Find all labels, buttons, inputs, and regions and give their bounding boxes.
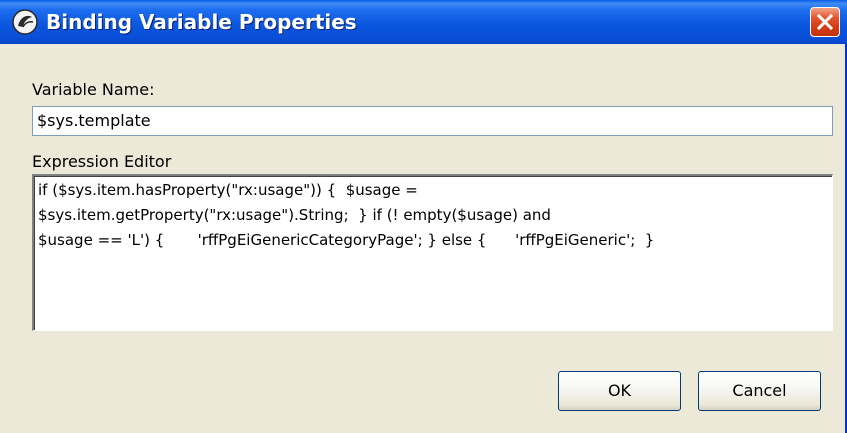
close-button[interactable]: [810, 7, 840, 37]
expression-editor[interactable]: if ($sys.item.hasProperty("rx:usage")) {…: [32, 174, 833, 331]
variable-name-label: Variable Name:: [32, 80, 155, 99]
variable-name-field[interactable]: $sys.template: [32, 106, 833, 136]
expression-editor-label: Expression Editor: [32, 152, 172, 171]
percussion-app-icon: [12, 9, 38, 35]
cancel-button[interactable]: Cancel: [698, 371, 821, 411]
dialog-title: Binding Variable Properties: [46, 10, 357, 34]
title-bar[interactable]: Binding Variable Properties: [0, 0, 847, 44]
ok-button[interactable]: OK: [558, 371, 681, 411]
dialog-window: Binding Variable Properties Variable Nam…: [0, 0, 847, 433]
